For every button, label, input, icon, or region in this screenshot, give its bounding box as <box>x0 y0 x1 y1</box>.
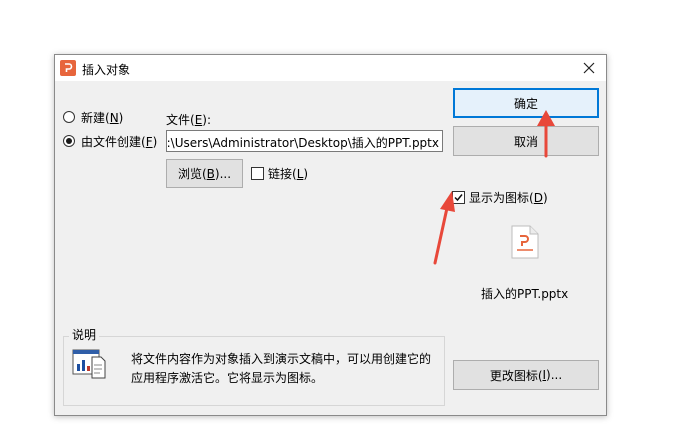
ok-button[interactable]: 确定 <box>453 88 599 118</box>
browse-button[interactable]: 浏览(B)... <box>166 159 243 188</box>
preview-filename: 插入的PPT.pptx <box>481 287 569 301</box>
embedded-object-icon <box>72 349 106 379</box>
description-group-label: 说明 <box>69 326 100 343</box>
display-as-icon-label[interactable]: 显示为图标(D) <box>469 189 548 206</box>
file-path-input[interactable]: :\Users\Administrator\Desktop\插入的PPT.ppt… <box>166 130 443 152</box>
new-radio-label[interactable]: 新建(N) <box>81 109 123 126</box>
link-checkbox[interactable] <box>251 167 264 180</box>
annotation-arrow-display-icon <box>433 191 455 265</box>
close-icon <box>583 62 595 74</box>
title-bar: 插入对象 <box>55 55 606 81</box>
insert-object-dialog: 插入对象 新建(N) 由文件创建(F) 文件(E): :\Users\Admin… <box>54 54 607 416</box>
file-label: 文件(E): <box>166 113 212 127</box>
presentation-app-icon <box>60 60 76 76</box>
dialog-title: 插入对象 <box>82 63 131 77</box>
change-icon-button[interactable]: 更改图标(I)... <box>453 360 599 390</box>
pptx-file-icon <box>511 225 539 259</box>
from-file-radio-label[interactable]: 由文件创建(F) <box>81 133 157 150</box>
link-checkbox-label[interactable]: 链接(L) <box>268 165 308 182</box>
cancel-button[interactable]: 取消 <box>453 126 599 156</box>
description-text: 将文件内容作为对象插入到演示文稿中，可以用创建它的应用程序激活它。它将显示为图标… <box>131 352 432 385</box>
file-path-value: :\Users\Administrator\Desktop\插入的PPT.ppt… <box>166 136 439 150</box>
from-file-radio[interactable] <box>63 135 75 147</box>
close-button[interactable] <box>572 55 606 81</box>
annotation-arrow-ok <box>537 110 555 158</box>
new-radio[interactable] <box>63 111 75 123</box>
